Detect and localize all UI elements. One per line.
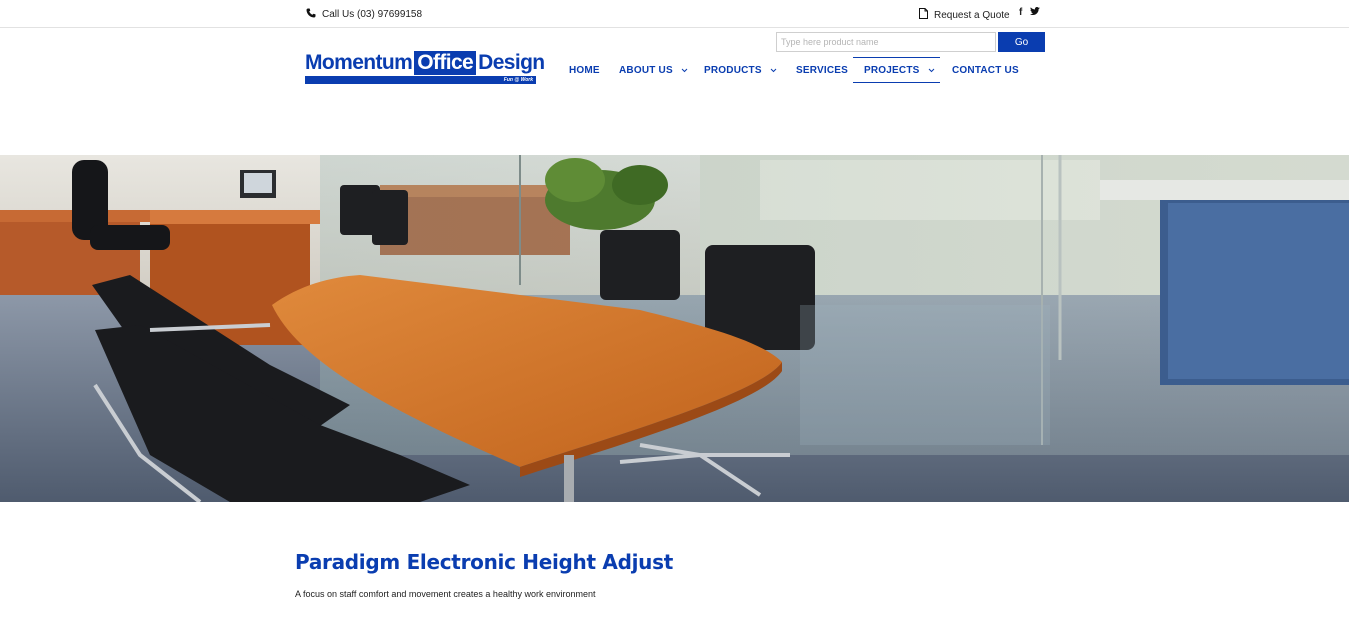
nav-projects[interactable]: PROJECTS xyxy=(853,57,940,83)
top-utility-bar: Call Us (03) 97699158 Request a Quote f xyxy=(0,0,1349,28)
nav-services-label: SERVICES xyxy=(796,64,848,76)
hero-illustration xyxy=(0,155,1349,502)
nav-home-label: HOME xyxy=(569,64,600,76)
nav-home[interactable]: HOME xyxy=(569,57,600,83)
document-icon xyxy=(919,8,928,22)
request-quote-link[interactable]: Request a Quote xyxy=(919,8,1010,22)
nav-contact-us[interactable]: CONTACT US xyxy=(952,57,1019,83)
hero-image-office-meeting-room xyxy=(0,155,1349,502)
call-us[interactable]: Call Us (03) 97699158 xyxy=(306,8,422,21)
request-quote-text: Request a Quote xyxy=(934,9,1010,21)
nav-products-label: PRODUCTS xyxy=(704,64,762,76)
chevron-down-icon xyxy=(770,66,777,75)
phone-icon xyxy=(306,8,316,21)
logo-underline-bar xyxy=(305,76,536,84)
page-subtitle: A focus on staff comfort and movement cr… xyxy=(295,589,596,599)
page-title: Paradigm Electronic Height Adjust xyxy=(295,550,673,574)
nav-projects-label: PROJECTS xyxy=(864,64,920,76)
logo-word-momentum: Momentum xyxy=(305,51,413,74)
social-links: f xyxy=(1019,7,1041,19)
logo-word-design: Design xyxy=(478,51,545,74)
chevron-down-icon xyxy=(928,66,935,75)
nav-services[interactable]: SERVICES xyxy=(796,57,848,83)
nav-products[interactable]: PRODUCTS xyxy=(704,57,777,83)
logo-wordmark: Momentum Office Design xyxy=(305,50,545,76)
logo-tagline: Fun @ Work xyxy=(503,77,533,83)
nav-contact-us-label: CONTACT US xyxy=(952,64,1019,76)
call-us-text: Call Us (03) 97699158 xyxy=(322,9,423,20)
twitter-icon[interactable] xyxy=(1030,7,1041,19)
product-search-input[interactable] xyxy=(776,32,996,52)
site-logo[interactable]: Momentum Office Design Fun @ Work xyxy=(305,50,545,84)
logo-word-office: Office xyxy=(414,51,477,75)
chevron-down-icon xyxy=(681,66,688,75)
facebook-icon[interactable]: f xyxy=(1019,7,1022,19)
search-go-button[interactable]: Go xyxy=(998,32,1045,52)
nav-about-us-label: ABOUT US xyxy=(619,64,673,76)
nav-about-us[interactable]: ABOUT US xyxy=(619,57,688,83)
